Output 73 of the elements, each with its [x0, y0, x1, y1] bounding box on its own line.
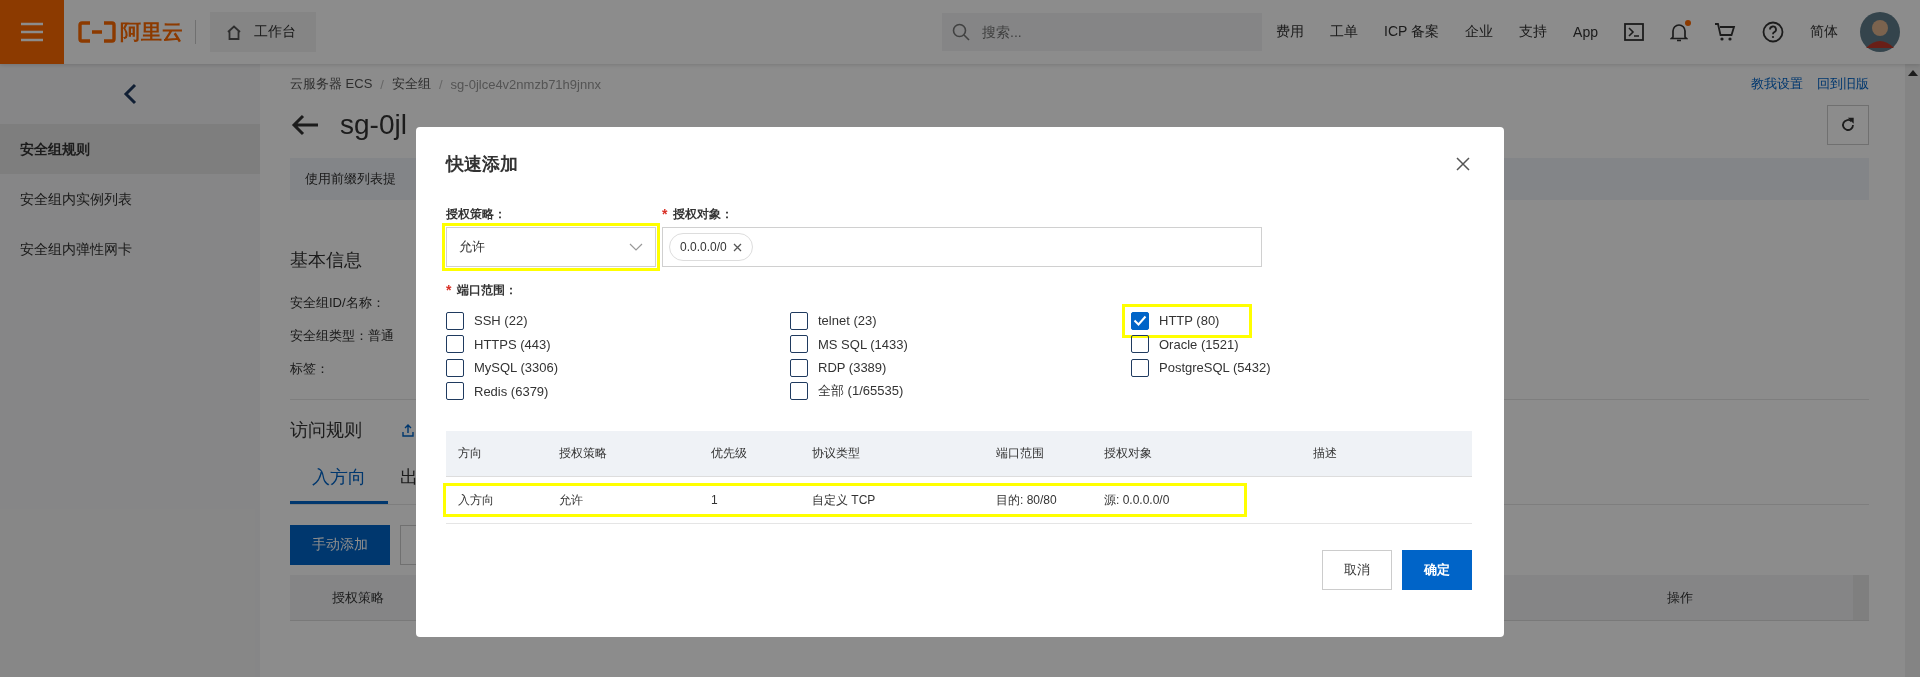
chevron-left-icon[interactable] [123, 83, 137, 105]
sidebar-item[interactable]: 安全组内实例列表 [0, 174, 260, 224]
page-scrollbar[interactable] [1905, 64, 1920, 677]
workbench-button[interactable]: 工作台 [210, 12, 316, 52]
section-heading: 基本信息 [290, 249, 363, 272]
table-cell-text: 目的: 80/80 [996, 491, 1058, 509]
column-header: 操作 [1667, 588, 1693, 607]
cancel-button[interactable]: 取消 [1322, 550, 1392, 590]
help-icon[interactable] [1762, 21, 1784, 43]
language-link[interactable]: 简体 [1810, 23, 1838, 41]
column-header: 优先级 [711, 445, 748, 462]
nav-link[interactable]: ICP 备案 [1384, 23, 1440, 41]
table-cell-text: 1 [711, 493, 719, 507]
tab[interactable]: 入方向 [290, 465, 388, 504]
page-title: sg-0jl [340, 109, 407, 141]
column-header: 描述 [1313, 445, 1337, 462]
cart-icon[interactable] [1714, 22, 1736, 42]
nav-link[interactable]: App [1573, 24, 1598, 40]
menu-icon [20, 22, 44, 42]
field-label: 授权策略： [446, 205, 507, 223]
scroll-up-icon[interactable] [1907, 70, 1918, 76]
refresh-button[interactable] [1827, 105, 1869, 145]
terminal-icon[interactable] [1624, 23, 1644, 41]
target-field[interactable]: 0.0.0.0/0 [662, 227, 1262, 267]
column-header: 协议类型 [812, 445, 861, 462]
breadcrumb-link[interactable]: 云服务器 ECS [290, 75, 373, 93]
table-cell-text: 自定义 TCP [812, 491, 877, 509]
info-label: 标签： [290, 360, 329, 378]
avatar[interactable] [1860, 12, 1900, 52]
breadcrumb-link[interactable]: 安全组 [391, 75, 431, 93]
refresh-icon [1840, 117, 1856, 133]
policy-select[interactable]: 允许 [446, 227, 656, 267]
field-label: 端口范围： [457, 281, 518, 299]
confirm-button[interactable]: 确定 [1402, 550, 1472, 590]
info-label: 安全组类型：普通 [290, 327, 394, 345]
logo-text: 阿里云 [120, 19, 183, 45]
home-icon [226, 24, 242, 40]
column-header: 端口范围 [996, 445, 1045, 462]
chevron-down-icon [629, 243, 643, 251]
header-link[interactable]: 教我设置 [1751, 75, 1803, 93]
nav-link[interactable]: 费用 [1276, 23, 1305, 41]
column-header: 授权对象 [1104, 445, 1153, 462]
add-button[interactable]: 手动添加 [290, 525, 390, 565]
column-header: 授权策略 [332, 588, 384, 607]
back-arrow-icon[interactable] [290, 113, 320, 137]
checkmark-icon [1133, 315, 1147, 327]
remove-icon[interactable] [732, 242, 742, 252]
breadcrumb-separator: / [438, 76, 443, 92]
section-heading: 访问规则 [290, 419, 362, 442]
nav-link[interactable]: 工单 [1330, 23, 1359, 41]
info-label: 安全组ID/名称： [290, 294, 385, 312]
search-field[interactable]: 搜索... [942, 13, 1262, 51]
table-cell-text: 源: 0.0.0.0/0 [1104, 491, 1171, 509]
logo-icon [78, 21, 116, 43]
table-cell-text: 入方向 [457, 491, 495, 509]
breadcrumb-separator: / [380, 76, 384, 92]
required-mark: * [446, 282, 452, 298]
sidebar-item[interactable]: 安全组内弹性网卡 [0, 224, 260, 274]
header-link[interactable]: 回到旧版 [1817, 75, 1869, 93]
dialog-title: 快速添加 [446, 153, 518, 176]
notice-text: 使用前缀列表提 [305, 170, 396, 188]
column-header: 方向 [457, 445, 483, 462]
column-header: 授权策略 [559, 445, 608, 462]
nav-link[interactable]: 企业 [1465, 23, 1494, 41]
table-cell-text: 允许 [559, 491, 584, 509]
nav-link[interactable]: 支持 [1519, 23, 1548, 41]
port-checkbox[interactable]: HTTP (80) [1122, 303, 1253, 338]
sidebar-item[interactable]: 安全组规则 [0, 124, 260, 174]
required-mark: * [662, 206, 668, 222]
close-icon[interactable] [1456, 157, 1470, 171]
upload-icon[interactable] [402, 423, 414, 437]
field-label: 授权对象： [673, 205, 734, 223]
bell-icon[interactable] [1670, 22, 1688, 42]
